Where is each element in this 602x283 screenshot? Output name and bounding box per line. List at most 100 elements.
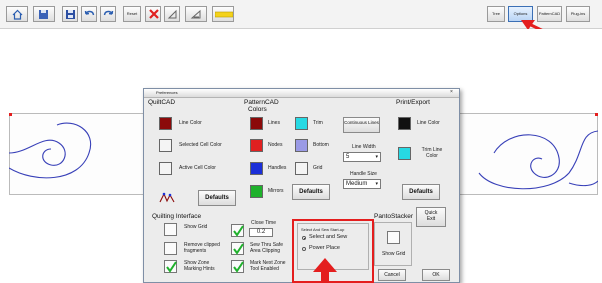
pantostacker-show-grid-checkbox[interactable] xyxy=(387,231,400,244)
lines-label: Lines xyxy=(268,120,280,126)
plugins-button-label: Plug-ins xyxy=(570,11,586,16)
quiltcad-defaults-label: Defaults xyxy=(205,195,229,201)
cancel-button[interactable]: Cancel xyxy=(378,269,406,281)
line-width-chevron-down-icon: ▾ xyxy=(375,154,378,160)
close-time-input[interactable]: 0.2 xyxy=(249,228,273,237)
handle-size-label: Handle Size xyxy=(350,171,377,177)
save-button[interactable] xyxy=(62,6,78,22)
close-time-checkbox[interactable] xyxy=(231,224,244,237)
grid-color-swatch[interactable] xyxy=(295,162,308,175)
save-as-button[interactable] xyxy=(33,6,55,22)
printexport-defaults-button[interactable]: Defaults xyxy=(402,184,440,200)
ok-button-label: OK xyxy=(432,272,440,278)
zoom-button[interactable] xyxy=(164,6,180,22)
show-grid-label: Show Grid xyxy=(184,224,208,230)
undo-icon xyxy=(84,10,95,16)
reset-button[interactable]: Reset xyxy=(123,6,141,22)
line-width-label: Line Width xyxy=(352,144,376,150)
continuous-lines-label: Continuous Lines xyxy=(344,120,379,125)
delete-icon xyxy=(149,9,159,19)
show-zone-marking-checkbox[interactable] xyxy=(164,260,177,273)
dialog-titlebar: Preferences × xyxy=(144,89,459,98)
remove-clipped-checkbox[interactable] xyxy=(164,242,177,255)
sew-thru-safe-label: Sew Thru Safe Area Clipping xyxy=(250,242,283,254)
lines-color-swatch[interactable] xyxy=(250,117,263,130)
handles-color-swatch[interactable] xyxy=(250,162,263,175)
sew-thru-safe-checkbox[interactable] xyxy=(231,242,244,255)
quick-exit-label: Quick Exit xyxy=(424,210,438,222)
active-cell-color-swatch[interactable] xyxy=(159,162,172,175)
quilting-interface-header: Quilting Interface xyxy=(152,213,202,220)
trim-color-swatch[interactable] xyxy=(295,117,308,130)
grid-label: Grid xyxy=(313,165,323,171)
tree-button[interactable]: Tree xyxy=(487,6,505,22)
annotation-arrow-up xyxy=(313,258,337,283)
cancel-button-label: Cancel xyxy=(384,272,400,278)
continuous-lines-button[interactable]: Continuous Lines xyxy=(343,117,380,133)
dialog-close-icon[interactable]: × xyxy=(450,89,453,95)
home-icon xyxy=(12,9,23,20)
dialog-title: Preferences xyxy=(156,90,178,95)
selected-cell-color-swatch[interactable] xyxy=(159,139,172,152)
trim-line-color-swatch[interactable] xyxy=(398,147,411,160)
tree-button-label: Tree xyxy=(491,11,501,16)
pantostacker-header: PantoStacker xyxy=(374,213,414,220)
nodes-label: Nodes xyxy=(268,142,283,148)
mark-next-zone-checkbox[interactable] xyxy=(231,260,244,273)
redo-button[interactable] xyxy=(100,6,116,22)
close-time-label: Close Time xyxy=(251,220,277,226)
undo-button[interactable] xyxy=(81,6,97,22)
selected-cell-color-label: Selected Cell Color xyxy=(179,142,222,148)
mark-next-zone-label: Mark Next Zone Tool Enabled xyxy=(250,260,286,272)
print-line-color-swatch[interactable] xyxy=(398,117,411,130)
save-as-icon xyxy=(39,10,48,19)
patterncad-defaults-label: Defaults xyxy=(299,189,323,195)
patterncad-button-label: PatternCAD xyxy=(538,11,561,16)
pantostacker-group xyxy=(374,222,412,266)
zoom-icon xyxy=(167,9,177,19)
mirrors-color-swatch[interactable] xyxy=(250,185,263,198)
trim-label: Trim xyxy=(313,120,323,126)
highlight-tool-icon xyxy=(215,11,233,18)
nodes-color-swatch[interactable] xyxy=(250,139,263,152)
redo-icon xyxy=(103,10,114,16)
options-button-label: Options xyxy=(513,11,528,16)
active-cell-color-label: Active Cell Color xyxy=(179,165,216,171)
patterncad-defaults-button[interactable]: Defaults xyxy=(292,184,330,200)
bottom-label: Bottom xyxy=(313,142,329,148)
close-time-value: 0.2 xyxy=(256,229,266,235)
line-width-value: 5 xyxy=(346,154,350,160)
handle-size-value: Medium xyxy=(346,181,368,187)
printexport-defaults-label: Defaults xyxy=(409,189,433,195)
pantostacker-show-grid-label: Show Grid xyxy=(382,251,406,257)
handle-size-chevron-down-icon: ▾ xyxy=(375,181,378,187)
bottom-color-swatch[interactable] xyxy=(295,139,308,152)
line-width-select[interactable]: 5 ▾ xyxy=(343,152,381,162)
printexport-header: Print/Export xyxy=(396,99,430,106)
check-icon xyxy=(166,261,177,273)
main-toolbar: Reset Tree Options PatternCAD Plug-ins xyxy=(0,0,602,29)
trim-line-color-label: Trim Line Color xyxy=(421,147,443,159)
check-icon xyxy=(233,261,244,273)
check-icon xyxy=(233,225,244,237)
quick-exit-button[interactable]: Quick Exit xyxy=(416,207,446,227)
handle-size-select[interactable]: Medium ▾ xyxy=(343,179,381,189)
highlight-tool-button[interactable] xyxy=(212,6,234,22)
handles-label: Handles xyxy=(268,165,287,171)
home-button[interactable] xyxy=(6,6,28,22)
quiltcad-line-color-label: Line Color xyxy=(179,120,202,126)
ok-button[interactable]: OK xyxy=(422,269,450,281)
reset-button-label: Reset xyxy=(126,11,138,16)
check-icon xyxy=(233,243,244,255)
mirrors-label: Mirrors xyxy=(268,188,284,194)
zoom-out-button[interactable] xyxy=(185,6,207,22)
print-line-color-label: Line Color xyxy=(417,120,440,126)
quiltcad-defaults-button[interactable]: Defaults xyxy=(198,190,236,206)
show-grid-checkbox[interactable] xyxy=(164,223,177,236)
patterncad-colors-header: Colors xyxy=(248,106,267,113)
remove-clipped-label: Remove clipped fragments xyxy=(184,242,220,254)
quiltcad-header: QuiltCAD xyxy=(148,99,176,106)
show-zone-marking-label: Show Zone Marking Hints xyxy=(184,260,215,272)
quiltcad-line-color-swatch[interactable] xyxy=(159,117,172,130)
delete-button[interactable] xyxy=(145,6,161,22)
